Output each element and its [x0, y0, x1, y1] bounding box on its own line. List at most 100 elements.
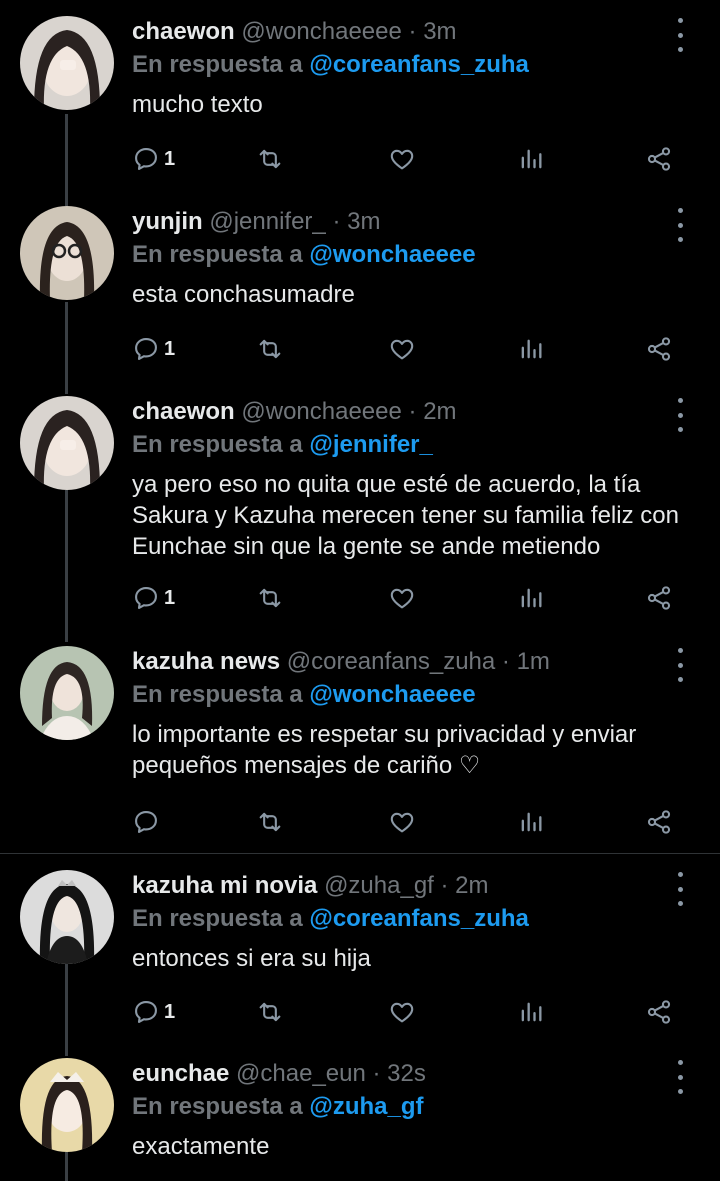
timestamp[interactable]: 1m [517, 648, 550, 675]
more-options-icon[interactable] [668, 648, 692, 682]
timestamp[interactable]: 3m [423, 18, 456, 45]
user-handle[interactable]: @coreanfans_zuha [287, 648, 496, 675]
share-button[interactable] [645, 802, 673, 842]
retweet-button[interactable] [256, 578, 284, 618]
share-icon [647, 810, 671, 834]
reply-mention-link[interactable]: @coreanfans_zuha [309, 905, 528, 932]
tweet-header: chaewon @wonchaeeee · 2m [132, 394, 457, 430]
reply-button[interactable]: 1 [132, 992, 175, 1032]
retweet-button[interactable] [256, 992, 284, 1032]
reply-button[interactable] [132, 802, 164, 842]
display-name[interactable]: chaewon [132, 18, 235, 45]
share-button[interactable] [645, 139, 673, 179]
tweet-actions: 1 [0, 329, 720, 369]
user-handle[interactable]: @zuha_gf [324, 872, 434, 899]
display-name[interactable]: yunjin [132, 208, 203, 235]
share-button[interactable] [645, 329, 673, 369]
reply-icon [135, 1001, 157, 1023]
like-icon [390, 812, 414, 833]
tweet[interactable]: kazuha mi novia @zuha_gf · 2m En respues… [0, 854, 720, 1044]
reply-button[interactable]: 1 [132, 139, 175, 179]
retweet-icon [259, 588, 281, 608]
retweet-button[interactable] [256, 139, 284, 179]
more-options-icon[interactable] [668, 872, 692, 906]
tweet[interactable]: chaewon @wonchaeeee · 3m En respuesta a … [0, 0, 720, 190]
more-options-icon[interactable] [668, 18, 692, 52]
avatar[interactable] [20, 646, 114, 740]
display-name[interactable]: eunchae [132, 1060, 229, 1087]
reply-icon [135, 148, 157, 170]
retweet-button[interactable] [256, 802, 284, 842]
like-icon [390, 149, 414, 170]
timestamp[interactable]: 2m [455, 872, 488, 899]
reply-mention-link[interactable]: @wonchaeeee [309, 681, 475, 708]
separator-dot: · [325, 208, 348, 235]
reply-prefix: En respuesta a [132, 431, 303, 458]
avatar[interactable] [20, 396, 114, 490]
retweet-icon [259, 812, 281, 832]
like-button[interactable] [388, 992, 416, 1032]
timestamp[interactable]: 32s [387, 1060, 426, 1087]
display-name[interactable]: kazuha mi novia [132, 872, 317, 899]
share-icon [647, 1000, 671, 1024]
tweet-text: mucho texto [132, 91, 263, 118]
tweet-header: chaewon @wonchaeeee · 3m [132, 14, 457, 50]
like-button[interactable] [388, 139, 416, 179]
reply-count: 1 [164, 147, 176, 170]
reply-context: En respuesta a @coreanfans_zuha [132, 47, 529, 83]
share-button[interactable] [645, 578, 673, 618]
separator-dot: · [365, 1060, 388, 1087]
like-button[interactable] [388, 329, 416, 369]
reply-icon [135, 587, 157, 609]
analytics-button[interactable] [517, 992, 545, 1032]
display-name[interactable]: kazuha news [132, 648, 280, 675]
reply-context: En respuesta a @zuha_gf [132, 1089, 424, 1125]
retweet-button[interactable] [256, 329, 284, 369]
like-button[interactable] [388, 578, 416, 618]
share-icon [647, 147, 671, 171]
separator-dot: · [495, 648, 517, 675]
tweet-text: esta conchasumadre [132, 281, 355, 308]
timestamp[interactable]: 2m [423, 398, 456, 425]
avatar[interactable] [20, 16, 114, 110]
like-icon [390, 1002, 414, 1023]
reply-button[interactable]: 1 [132, 329, 175, 369]
avatar[interactable] [20, 870, 114, 964]
tweet-text: ya pero eso no quita que esté de acuerdo… [132, 471, 686, 560]
display-name[interactable]: chaewon [132, 398, 235, 425]
more-options-icon[interactable] [668, 398, 692, 432]
reply-mention-link[interactable]: @jennifer_ [309, 431, 432, 458]
avatar[interactable] [20, 206, 114, 300]
avatar[interactable] [20, 1058, 114, 1152]
reply-context: En respuesta a @wonchaeeee [132, 677, 476, 713]
more-options-icon[interactable] [668, 1060, 692, 1094]
user-handle[interactable]: @wonchaeeee [241, 18, 401, 45]
reply-icon [135, 338, 157, 360]
reply-mention-link[interactable]: @coreanfans_zuha [309, 51, 528, 78]
tweet-actions [0, 802, 720, 842]
tweet[interactable]: chaewon @wonchaeeee · 2m En respuesta a … [0, 380, 720, 630]
reply-button[interactable]: 1 [132, 578, 175, 618]
share-icon [647, 337, 671, 361]
like-button[interactable] [388, 802, 416, 842]
analytics-button[interactable] [517, 802, 545, 842]
tweet[interactable]: yunjin @jennifer_ · 3m En respuesta a @w… [0, 190, 720, 380]
tweet-actions: 1 [0, 992, 720, 1032]
share-button[interactable] [645, 992, 673, 1032]
retweet-icon [259, 1002, 281, 1022]
analytics-button[interactable] [517, 139, 545, 179]
reply-mention-link[interactable]: @wonchaeeee [309, 241, 475, 268]
user-handle[interactable]: @wonchaeeee [241, 398, 401, 425]
user-handle[interactable]: @chae_eun [236, 1060, 366, 1087]
analytics-button[interactable] [517, 329, 545, 369]
more-options-icon[interactable] [668, 208, 692, 242]
tweet[interactable]: kazuha news @coreanfans_zuha · 1m En res… [0, 630, 720, 854]
user-handle[interactable]: @jennifer_ [209, 208, 325, 235]
analytics-button[interactable] [517, 578, 545, 618]
timestamp[interactable]: 3m [347, 208, 380, 235]
tweet[interactable]: eunchae @chae_eun · 32s En respuesta a @… [0, 1042, 720, 1181]
tweet-header: eunchae @chae_eun · 32s [132, 1056, 426, 1092]
reply-context: En respuesta a @coreanfans_zuha [132, 901, 529, 937]
separator-dot: · [433, 872, 456, 899]
reply-mention-link[interactable]: @zuha_gf [309, 1093, 423, 1120]
